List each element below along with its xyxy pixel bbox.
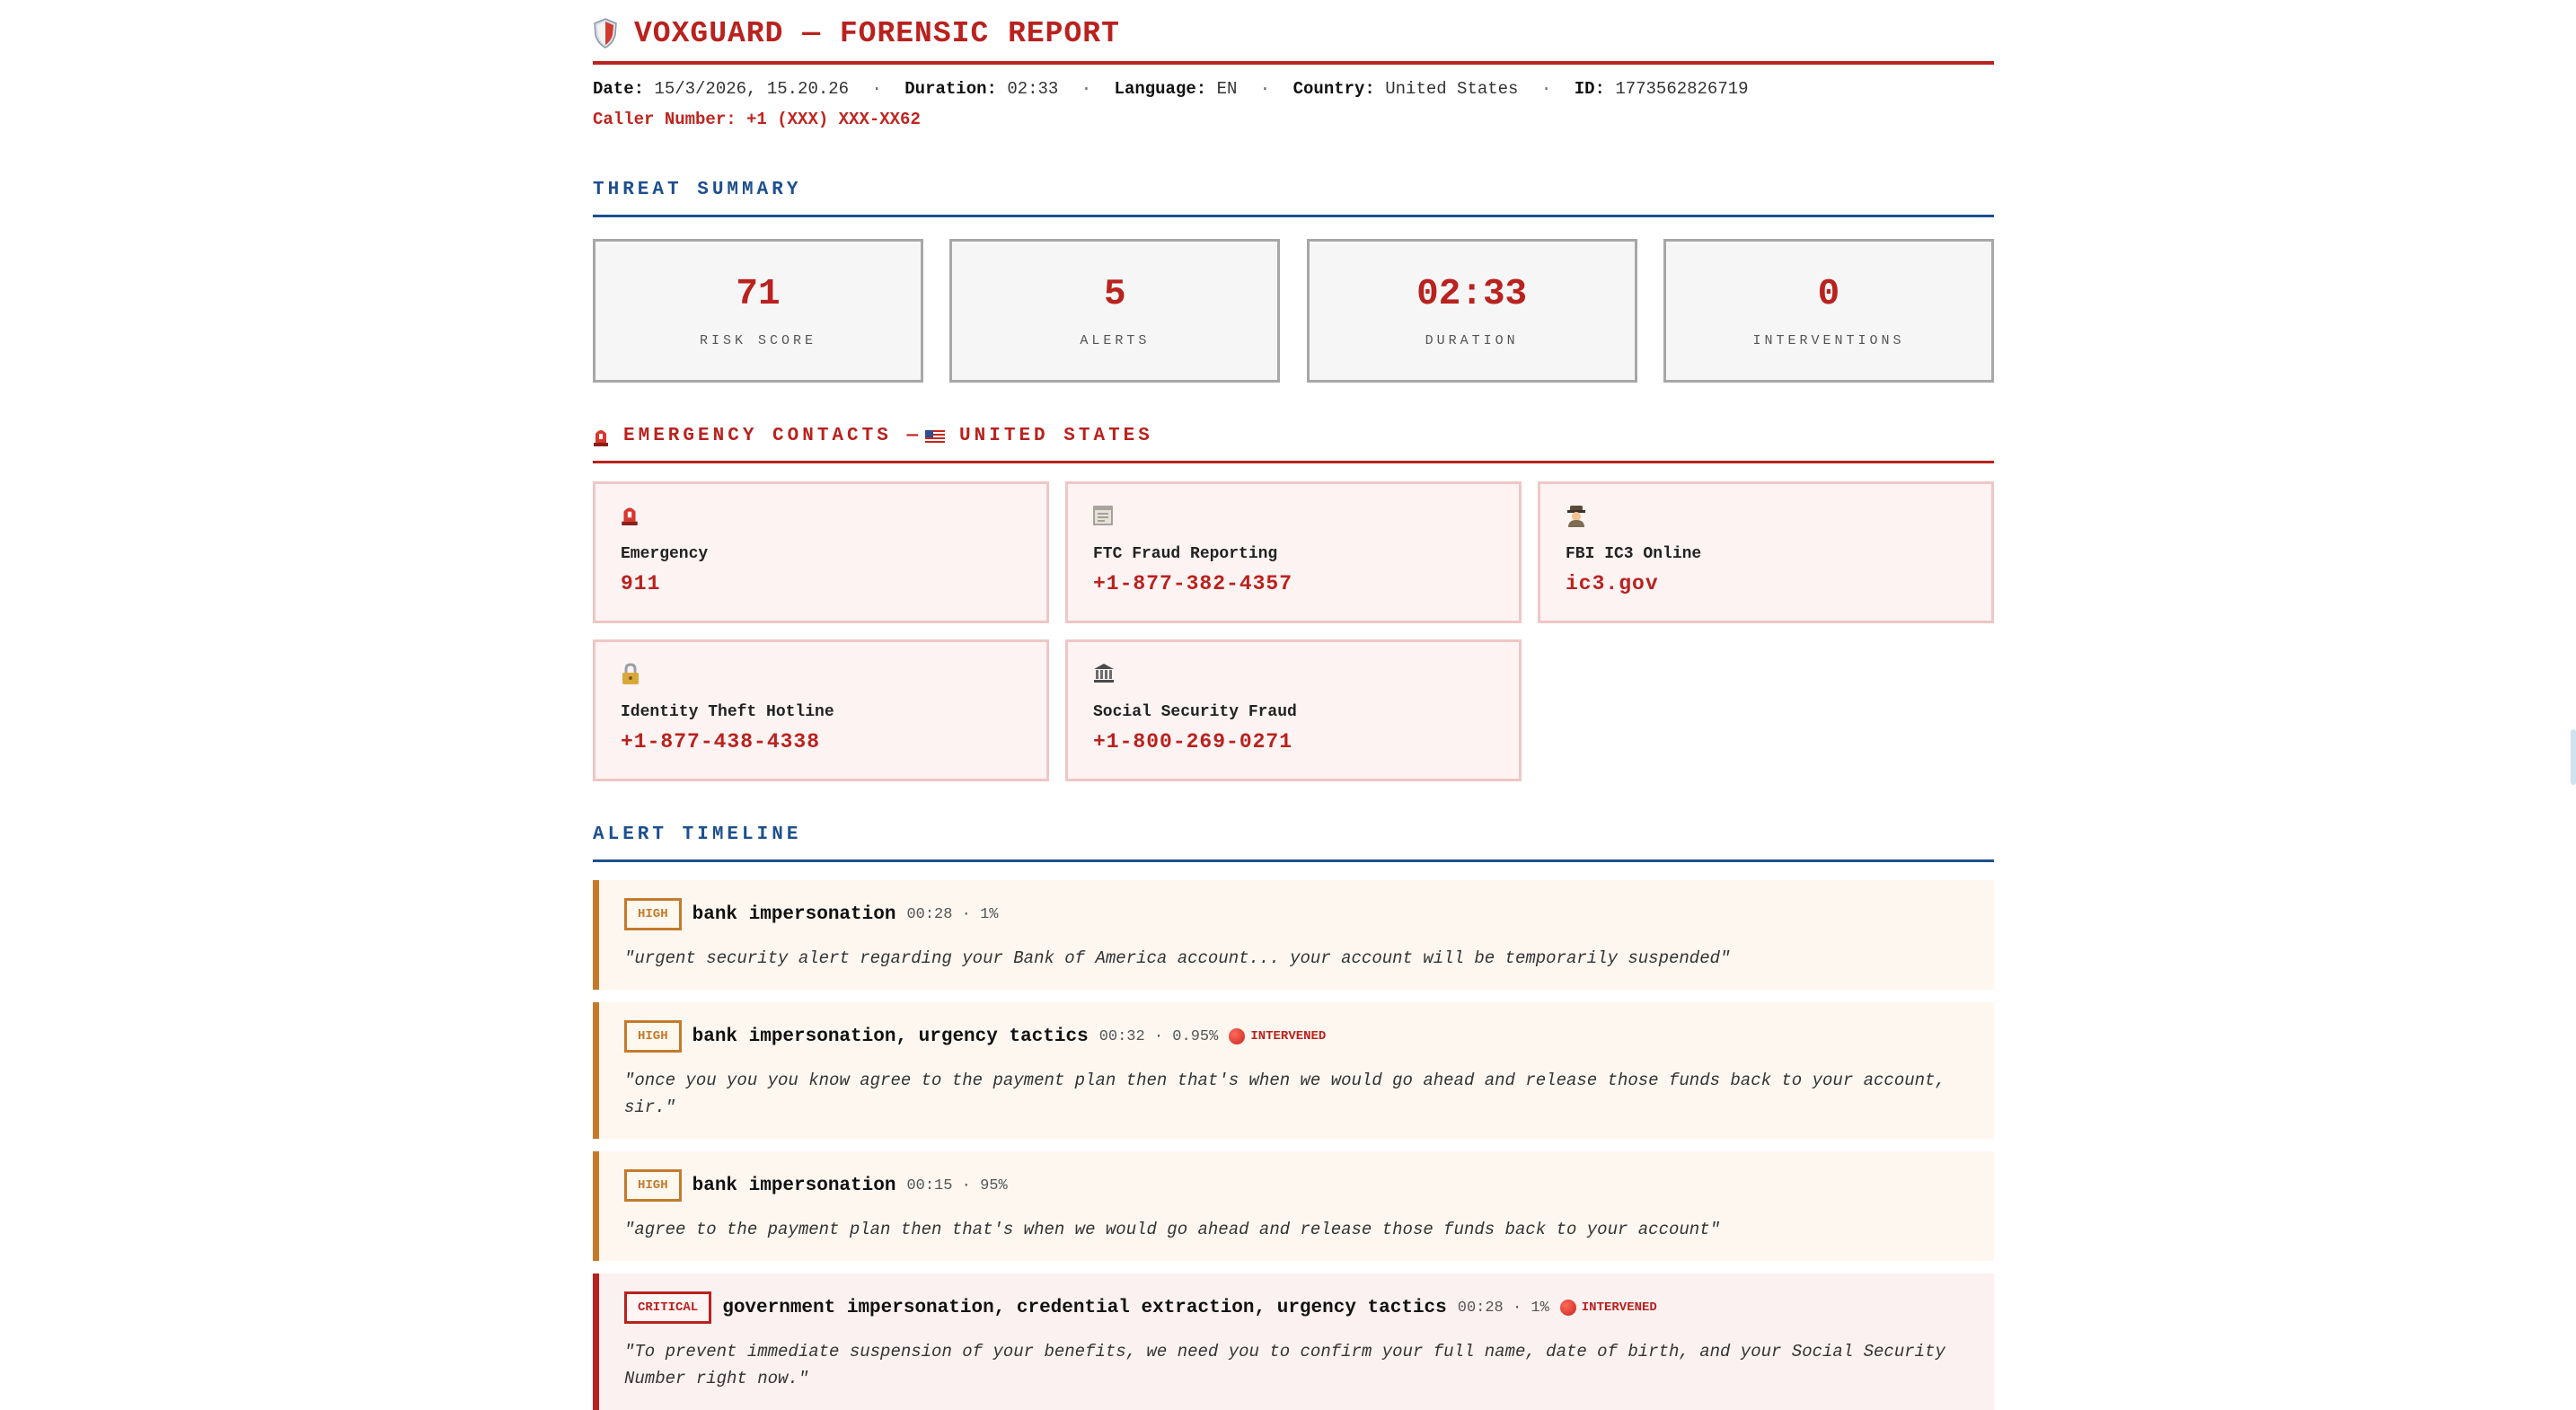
severity-badge: HIGH <box>624 898 682 930</box>
severity-badge: CRITICAL <box>624 1291 712 1324</box>
contact-card-identity-theft[interactable]: Identity Theft Hotline +1-877-438-4338 <box>593 639 1049 781</box>
alert-item: CRITICAL government impersonation, crede… <box>593 1273 1994 1410</box>
threat-summary: 71 RISK SCORE 5 ALERTS 02:33 DURATION 0 … <box>593 239 1994 383</box>
meta-separator: · <box>1259 79 1271 99</box>
stat-label: INTERVENTIONS <box>1752 332 1905 348</box>
contact-label: FTC Fraud Reporting <box>1093 545 1278 563</box>
meta-separator: · <box>1540 79 1552 99</box>
contacts-heading-text: EMERGENCY CONTACTS — <box>623 426 922 446</box>
stat-label: ALERTS <box>1080 332 1151 348</box>
stat-risk-score: 71 RISK SCORE <box>593 239 923 383</box>
report-meta: Date: 15/3/2026, 15.20.26 · Duration: 02… <box>593 79 1994 99</box>
stat-value: 5 <box>1104 273 1126 315</box>
stat-value: 0 <box>1817 273 1840 315</box>
contact-card-social-security[interactable]: Social Security Fraud +1-800-269-0271 <box>1065 639 1522 781</box>
detective-icon <box>1567 506 1585 527</box>
meta-country-value: United States <box>1385 79 1519 99</box>
contact-card-emergency[interactable]: Emergency 911 <box>593 481 1049 623</box>
meta-date-label: Date: <box>593 79 645 99</box>
alert-type: bank impersonation, urgency tactics <box>692 1026 1089 1047</box>
meta-duration-label: Duration: <box>904 79 997 99</box>
contact-label: Social Security Fraud <box>1093 703 1297 721</box>
report-header: VOXGUARD — FORENSIC REPORT <box>593 0 1994 65</box>
page-title: VOXGUARD — FORENSIC REPORT <box>634 16 1120 50</box>
scrollbar-handle[interactable] <box>2571 729 2576 785</box>
alert-meta: 00:15 · 95% <box>906 1176 1008 1194</box>
alert-item: HIGH bank impersonation, urgency tactics… <box>593 1002 1994 1139</box>
alert-quote: "agree to the payment plan then that's w… <box>624 1220 1720 1239</box>
contact-card-ftc[interactable]: FTC Fraud Reporting +1-877-382-4357 <box>1065 481 1522 623</box>
threat-summary-heading: THREAT SUMMARY <box>593 180 1994 217</box>
stat-label: DURATION <box>1425 332 1519 348</box>
stat-duration: 02:33 DURATION <box>1306 239 1637 383</box>
alert-type: bank impersonation <box>692 903 896 925</box>
siren-icon <box>594 429 608 446</box>
contact-label: FBI IC3 Online <box>1566 545 1702 563</box>
alert-meta: 00:28 · 1% <box>906 905 999 923</box>
siren-icon <box>622 507 638 525</box>
meta-id-value: 1773562826719 <box>1615 79 1749 99</box>
alert-meta: 00:32 · 0.95% <box>1098 1027 1219 1045</box>
meta-language-label: Language: <box>1114 79 1207 99</box>
contact-value[interactable]: +1-877-438-4338 <box>621 730 1021 753</box>
stat-label: RISK SCORE <box>699 332 816 348</box>
alert-quote: "urgent security alert regarding your Ba… <box>624 948 1731 968</box>
contact-value[interactable]: +1-800-269-0271 <box>1093 730 1494 753</box>
meta-language-value: EN <box>1216 79 1238 99</box>
intervened-badge: INTERVENED <box>1229 1028 1326 1044</box>
meta-separator: · <box>1081 79 1092 99</box>
contact-value[interactable]: ic3.gov <box>1566 572 1966 595</box>
severity-badge: HIGH <box>624 1169 682 1202</box>
contact-value[interactable]: 911 <box>621 572 1021 595</box>
alert-item: HIGH bank impersonation 00:28 · 1% "urge… <box>593 880 1994 990</box>
contacts-grid: Emergency 911 FTC Fraud Reporting +1-877… <box>593 481 1994 781</box>
intervened-badge: INTERVENED <box>1559 1300 1657 1316</box>
red-dot-icon <box>1229 1028 1246 1044</box>
red-dot-icon <box>1559 1300 1576 1316</box>
alert-item: HIGH bank impersonation 00:15 · 95% "agr… <box>593 1151 1994 1261</box>
bank-icon <box>1094 664 1114 683</box>
alert-type: government impersonation, credential ext… <box>722 1297 1447 1318</box>
emergency-contacts-heading: EMERGENCY CONTACTS — UNITED STATES <box>593 426 1994 463</box>
meta-country-label: Country: <box>1292 79 1375 99</box>
us-flag-icon <box>925 429 946 443</box>
meta-duration-value: 02:33 <box>1007 79 1059 99</box>
alert-meta: 00:28 · 1% <box>1457 1299 1549 1317</box>
lock-icon <box>622 663 639 684</box>
contact-value[interactable]: +1-877-382-4357 <box>1093 572 1494 595</box>
contacts-country: UNITED STATES <box>959 426 1153 446</box>
contact-card-fbi[interactable]: FBI IC3 Online ic3.gov <box>1538 481 1994 623</box>
severity-badge: HIGH <box>624 1020 682 1053</box>
contact-label: Identity Theft Hotline <box>621 703 834 721</box>
intervened-label: INTERVENED <box>1581 1300 1657 1315</box>
clipboard-icon <box>1093 506 1113 525</box>
alert-timeline-heading: ALERT TIMELINE <box>593 824 1994 862</box>
shield-icon <box>594 18 617 48</box>
alert-quote: "once you you you know agree to the paym… <box>624 1071 1945 1117</box>
stat-alerts: 5 ALERTS <box>949 239 1281 383</box>
stat-value: 71 <box>736 273 781 315</box>
caller-number: Caller Number: +1 (XXX) XXX-XX62 <box>593 110 921 129</box>
forensic-report: VOXGUARD — FORENSIC REPORT Date: 15/3/20… <box>593 0 1994 1410</box>
stat-value: 02:33 <box>1416 273 1528 315</box>
meta-id-label: ID: <box>1574 79 1605 99</box>
meta-separator: · <box>871 79 882 99</box>
contact-label: Emergency <box>621 545 709 563</box>
meta-date-value: 15/3/2026, 15.20.26 <box>654 79 850 99</box>
intervened-label: INTERVENED <box>1250 1029 1327 1044</box>
alert-type: bank impersonation <box>692 1175 896 1196</box>
stat-interventions: 0 INTERVENTIONS <box>1663 239 1994 383</box>
alert-timeline: HIGH bank impersonation 00:28 · 1% "urge… <box>593 880 1994 1410</box>
alert-quote: "To prevent immediate suspension of your… <box>624 1342 1945 1388</box>
